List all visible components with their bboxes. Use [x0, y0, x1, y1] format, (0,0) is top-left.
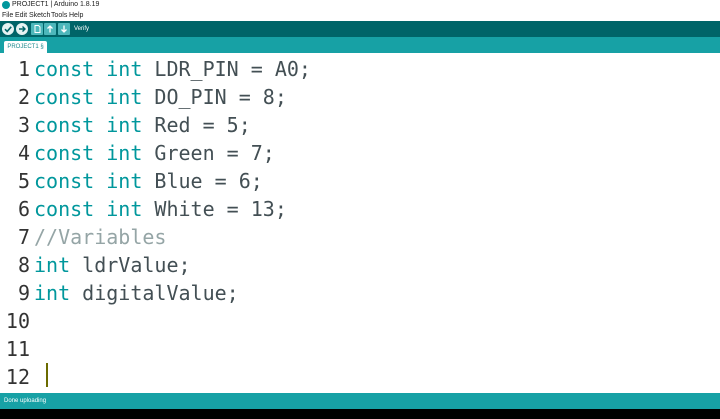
verify-button[interactable] — [2, 23, 14, 35]
keyword-token: int — [34, 253, 71, 277]
code-token: LDR_PIN = A0; — [142, 57, 311, 81]
menu-bar: File Edit Sketch Tools Help — [0, 10, 720, 21]
code-token: ldrValue; — [70, 253, 191, 277]
code-line[interactable]: 1 const int LDR_PIN = A0; — [0, 55, 720, 83]
line-code: const int LDR_PIN = A0; — [34, 55, 311, 83]
line-code: //Variables — [34, 223, 166, 251]
code-editor[interactable]: 1 const int LDR_PIN = A0; 2 const int DO_PI… — [0, 53, 720, 393]
keyword-token: const — [34, 197, 95, 221]
menu-sketch[interactable]: Sketch — [29, 10, 50, 21]
new-file-icon — [34, 25, 41, 33]
line-number: 8 — [17, 253, 30, 277]
menu-file[interactable]: File — [2, 10, 13, 21]
line-number: 11 — [5, 337, 30, 361]
line-number: 3 — [17, 113, 30, 137]
line-number: 2 — [17, 85, 30, 109]
comment-token: //Variables — [34, 225, 167, 249]
new-button[interactable] — [31, 23, 43, 35]
keyword-token: int — [106, 169, 143, 193]
line-number: 1 — [17, 57, 30, 81]
code-line[interactable]: 8 int ldrValue; — [0, 251, 720, 279]
keyword-token: int — [106, 85, 143, 109]
code-token: Blue = 6; — [142, 169, 263, 193]
code-line[interactable]: 10 — [0, 307, 720, 335]
code-line[interactable]: 2 const int DO_PIN = 8; — [0, 83, 720, 111]
arrow-down-icon — [61, 25, 67, 33]
code-line[interactable]: 4 const int Green = 7; — [0, 139, 720, 167]
code-line[interactable]: 7//Variables — [0, 223, 720, 251]
code-line[interactable]: 6 const int White = 13; — [0, 195, 720, 223]
keyword-token: const — [34, 57, 95, 81]
toolbar: Verify — [0, 21, 720, 37]
line-code: const int Red = 5; — [34, 111, 251, 139]
keyword-token: int — [106, 113, 143, 137]
code-line[interactable]: 3 const int Red = 5; — [0, 111, 720, 139]
title-bar: PROJECT1 | Arduino 1.8.19 — [0, 0, 720, 10]
line-code: const int DO_PIN = 8; — [34, 83, 287, 111]
window-title: PROJECT1 | Arduino 1.8.19 — [12, 1, 100, 8]
line-number: 9 — [17, 281, 30, 305]
line-number: 5 — [17, 169, 30, 193]
keyword-token: const — [34, 113, 95, 137]
check-icon — [4, 26, 12, 33]
open-button[interactable] — [44, 23, 56, 35]
save-button[interactable] — [58, 23, 70, 35]
console-output[interactable] — [0, 409, 720, 419]
menu-tools[interactable]: Tools — [51, 10, 67, 21]
keyword-token: const — [34, 141, 95, 165]
line-number: 4 — [17, 141, 30, 165]
arrow-up-icon — [47, 25, 53, 33]
line-code: int ldrValue; — [34, 251, 191, 279]
code-token: Red = 5; — [142, 113, 251, 137]
upload-button[interactable] — [16, 23, 28, 35]
keyword-token: int — [34, 281, 71, 305]
code-line[interactable]: 11 — [0, 335, 720, 363]
keyword-token: int — [106, 197, 143, 221]
line-number: 7 — [17, 225, 30, 249]
line-code: const int White = 13; — [34, 195, 287, 223]
code-token: Green = 7; — [142, 141, 275, 165]
code-line[interactable]: 9 int digitalValue; — [0, 279, 720, 307]
line-number: 10 — [5, 309, 30, 333]
line-code: const int Blue = 6; — [34, 167, 263, 195]
status-message: Done uploading — [4, 398, 47, 404]
line-code: const int Green = 7; — [34, 139, 275, 167]
keyword-token: const — [34, 169, 95, 193]
line-number: 6 — [17, 197, 30, 221]
menu-help[interactable]: Help — [69, 10, 83, 21]
line-code: int digitalValue; — [34, 279, 239, 307]
arduino-logo-icon — [2, 1, 10, 9]
code-line[interactable]: 5 const int Blue = 6; — [0, 167, 720, 195]
keyword-token: int — [106, 57, 143, 81]
code-line[interactable]: 12 — [0, 363, 720, 391]
keyword-token: const — [34, 85, 95, 109]
tab-bar: PROJECT1 § — [0, 37, 720, 53]
tab-project1[interactable]: PROJECT1 § — [4, 41, 47, 53]
line-number: 12 — [5, 365, 30, 389]
keyword-token: int — [106, 141, 143, 165]
code-token: DO_PIN = 8; — [142, 85, 287, 109]
status-bar: Done uploading — [0, 393, 720, 409]
toolbar-hint: Verify — [74, 26, 90, 32]
code-token: digitalValue; — [70, 281, 239, 305]
menu-edit[interactable]: Edit — [15, 10, 27, 21]
code-token: White = 13; — [142, 197, 287, 221]
arrow-right-icon — [19, 26, 26, 32]
